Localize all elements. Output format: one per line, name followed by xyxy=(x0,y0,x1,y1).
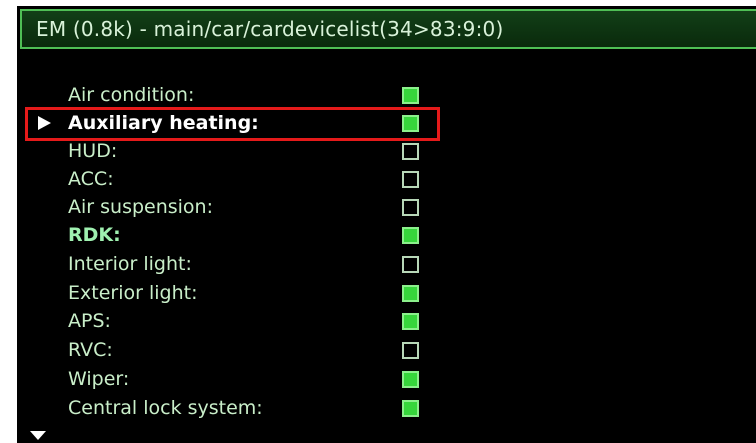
checkbox-wiper[interactable] xyxy=(402,371,419,388)
list-item-rdk[interactable]: RDK: xyxy=(17,221,756,249)
list-item-auxiliary-heating[interactable]: Auxiliary heating: xyxy=(17,109,756,137)
item-label: HUD: xyxy=(68,140,118,162)
item-label: APS: xyxy=(68,310,111,332)
checkbox-air-suspension[interactable] xyxy=(402,199,419,216)
item-label: Auxiliary heating: xyxy=(68,112,259,134)
checkbox-air-condition[interactable] xyxy=(402,87,419,104)
item-label: Air condition: xyxy=(68,84,195,106)
page-title: EM (0.8k) - main/car/cardevicelist(34>83… xyxy=(36,17,504,41)
list-item-air-suspension[interactable]: Air suspension: xyxy=(17,193,756,221)
list-item-exterior-light[interactable]: Exterior light: xyxy=(17,279,756,307)
item-label: Air suspension: xyxy=(68,196,214,218)
list-item-air-condition[interactable]: Air condition: xyxy=(17,81,756,109)
checkbox-exterior-light[interactable] xyxy=(402,285,419,302)
list-item-wiper[interactable]: Wiper: xyxy=(17,365,756,393)
item-label: Wiper: xyxy=(68,368,130,390)
list-item-aps[interactable]: APS: xyxy=(17,307,756,335)
list-item-interior-light[interactable]: Interior light: xyxy=(17,250,756,278)
item-label: Interior light: xyxy=(68,253,192,275)
checkbox-rdk[interactable] xyxy=(402,227,419,244)
item-label: RVC: xyxy=(68,339,113,361)
selection-arrow-icon xyxy=(38,116,51,130)
checkbox-aps[interactable] xyxy=(402,313,419,330)
checkbox-central-lock-system[interactable] xyxy=(402,400,419,417)
checkbox-interior-light[interactable] xyxy=(402,256,419,273)
scroll-down-arrow-icon[interactable] xyxy=(30,431,46,440)
item-label: Exterior light: xyxy=(68,282,198,304)
item-label: ACC: xyxy=(68,168,114,190)
title-bar: EM (0.8k) - main/car/cardevicelist(34>83… xyxy=(20,9,756,49)
checkbox-acc[interactable] xyxy=(402,171,419,188)
checkbox-auxiliary-heating[interactable] xyxy=(402,115,419,132)
list-item-rvc[interactable]: RVC: xyxy=(17,336,756,364)
item-label: Central lock system: xyxy=(68,397,263,419)
checkbox-hud[interactable] xyxy=(402,143,419,160)
list-item-hud[interactable]: HUD: xyxy=(17,137,756,165)
checkbox-rvc[interactable] xyxy=(402,342,419,359)
car-device-list-screen: EM (0.8k) - main/car/cardevicelist(34>83… xyxy=(17,6,756,443)
list-item-acc[interactable]: ACC: xyxy=(17,165,756,193)
item-label: RDK: xyxy=(68,224,121,246)
list-item-central-lock-system[interactable]: Central lock system: xyxy=(17,394,756,422)
